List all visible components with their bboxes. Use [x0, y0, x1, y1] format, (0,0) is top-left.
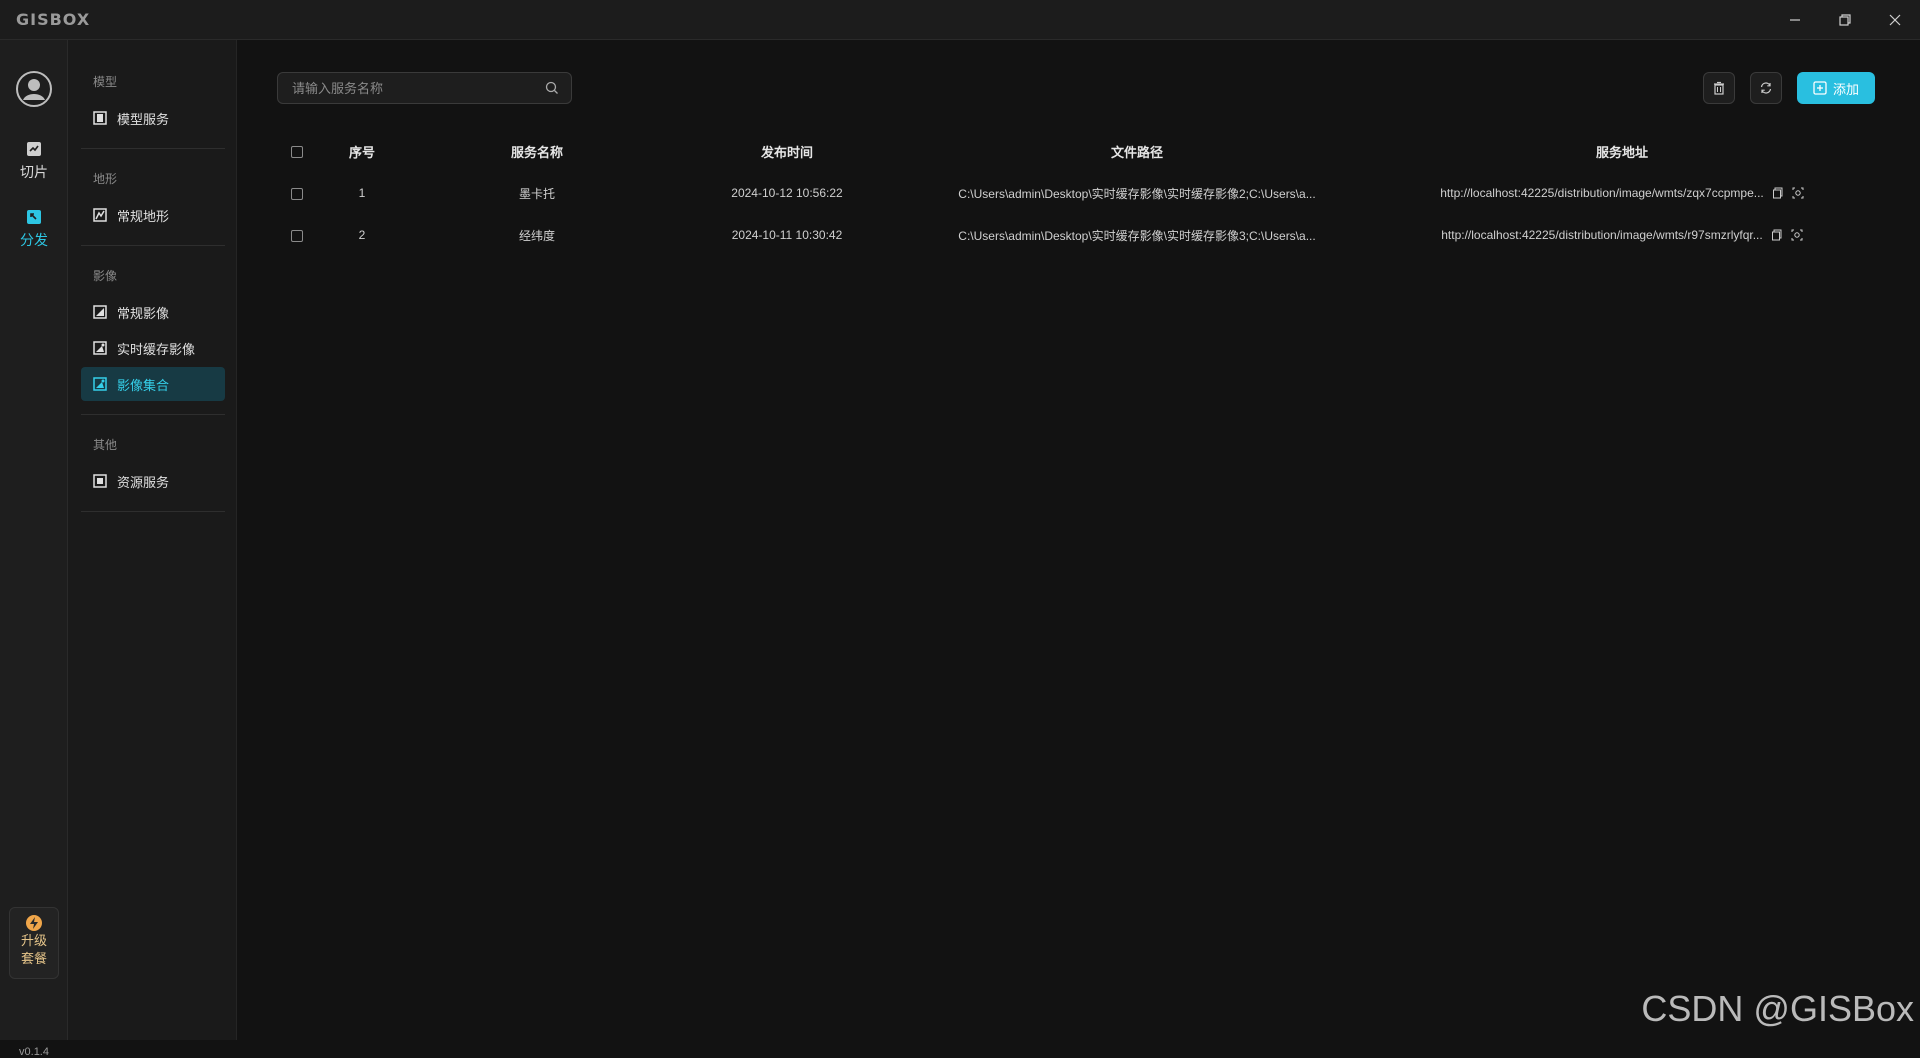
main-content: 添加 序号 服务名称 发布时间 文件路径 服务地址 1 墨卡托 2024-10-… — [237, 40, 1920, 1040]
trash-icon — [1714, 81, 1724, 95]
add-icon — [1813, 81, 1827, 95]
copy-icon[interactable] — [1771, 229, 1783, 241]
column-header-name[interactable]: 服务名称 — [407, 130, 667, 172]
cell-url: http://localhost:42225/distribution/imag… — [1367, 172, 1877, 214]
upgrade-plan-button[interactable]: 升级 套餐 — [9, 907, 59, 979]
cell-path: C:\Users\admin\Desktop\实时缓存影像\实时缓存影像2;C:… — [958, 186, 1316, 201]
table-header-row: 序号 服务名称 发布时间 文件路径 服务地址 — [277, 130, 1877, 172]
window-controls — [1770, 0, 1920, 40]
service-url-text: http://localhost:42225/distribution/imag… — [1441, 228, 1763, 242]
bolt-icon — [26, 915, 42, 931]
watermark: CSDN @GISBox — [1641, 988, 1914, 1029]
column-header-time[interactable]: 发布时间 — [667, 130, 907, 172]
divider — [81, 414, 225, 415]
row-checkbox[interactable] — [291, 229, 303, 242]
table-row[interactable]: 1 墨卡托 2024-10-12 10:56:22 C:\Users\admin… — [277, 172, 1877, 214]
delete-button[interactable] — [1703, 72, 1735, 104]
cell-time: 2024-10-11 10:30:42 — [731, 228, 843, 242]
search-icon[interactable] — [545, 81, 559, 95]
sub-sidebar: 模型 模型服务 地形 常规地形 影像 常规影像 实时缓存影像 影像集合 其他 资… — [68, 40, 237, 1040]
sidebar-item-imagery-collection[interactable]: 影像集合 — [81, 367, 225, 401]
preview-icon[interactable] — [1791, 229, 1803, 241]
cell-index: 2 — [358, 228, 366, 242]
divider — [81, 245, 225, 246]
add-button-label: 添加 — [1832, 81, 1859, 97]
sidebar-item-label: 常规地形 — [117, 208, 170, 224]
cell-url: http://localhost:42225/distribution/imag… — [1367, 214, 1877, 256]
cell-name: 经纬度 — [518, 228, 555, 243]
imagery-icon — [93, 305, 107, 319]
refresh-icon — [1760, 82, 1772, 94]
group-title-imagery: 影像 — [93, 269, 118, 283]
sidebar-item-model-service[interactable]: 模型服务 — [81, 101, 225, 135]
sidebar-item-label: 影像集合 — [117, 377, 170, 393]
close-button[interactable] — [1870, 0, 1920, 40]
restore-icon — [1839, 14, 1851, 26]
close-icon — [1889, 14, 1901, 26]
rail-item-distribute[interactable]: 分发 — [0, 208, 68, 250]
distribute-icon — [27, 210, 41, 224]
search-input[interactable] — [290, 79, 545, 97]
sidebar-item-regular-imagery[interactable]: 常规影像 — [81, 295, 225, 329]
group-title-model: 模型 — [93, 75, 118, 89]
imagery-collection-icon — [93, 377, 107, 391]
select-all-checkbox[interactable] — [291, 146, 303, 159]
resource-icon — [93, 474, 107, 488]
divider — [81, 511, 225, 512]
upgrade-label-1: 升级 — [20, 933, 47, 948]
group-title-other: 其他 — [93, 438, 118, 452]
service-url-text: http://localhost:42225/distribution/imag… — [1440, 186, 1764, 200]
row-select-cell — [277, 172, 317, 214]
restore-button[interactable] — [1820, 0, 1870, 40]
row-select-cell — [277, 214, 317, 256]
search-box — [277, 72, 572, 104]
refresh-button[interactable] — [1750, 72, 1782, 104]
sidebar-item-resource-service[interactable]: 资源服务 — [81, 464, 225, 498]
slice-icon — [27, 142, 41, 156]
cell-time: 2024-10-12 10:56:22 — [731, 186, 843, 200]
column-header-index[interactable]: 序号 — [317, 130, 407, 172]
select-all-cell — [277, 130, 317, 172]
upgrade-label-2: 套餐 — [20, 951, 47, 966]
divider — [81, 148, 225, 149]
sidebar-item-label: 模型服务 — [117, 111, 170, 127]
table-row[interactable]: 2 经纬度 2024-10-11 10:30:42 C:\Users\admin… — [277, 214, 1877, 256]
cache-imagery-icon — [93, 341, 107, 355]
sidebar-item-realtime-cache-imagery[interactable]: 实时缓存影像 — [81, 331, 225, 365]
model-icon — [93, 111, 107, 125]
add-button[interactable]: 添加 — [1797, 72, 1875, 104]
rail-item-label: 分发 — [20, 232, 48, 248]
left-rail: 切片 分发 升级 套餐 v0.1.4 — [0, 40, 68, 1058]
terrain-icon — [93, 208, 107, 222]
minimize-icon — [1790, 19, 1800, 21]
copy-icon[interactable] — [1772, 187, 1784, 199]
minimize-button[interactable] — [1770, 0, 1820, 40]
cell-name: 墨卡托 — [518, 186, 555, 201]
avatar-icon[interactable] — [15, 70, 53, 108]
column-header-url[interactable]: 服务地址 — [1367, 130, 1877, 172]
title-bar: GISBOX — [0, 0, 1920, 40]
row-checkbox[interactable] — [291, 187, 303, 200]
app-logo: GISBOX — [16, 10, 91, 29]
service-table: 序号 服务名称 发布时间 文件路径 服务地址 1 墨卡托 2024-10-12 … — [277, 130, 1877, 256]
sidebar-item-label: 常规影像 — [117, 305, 170, 321]
cell-index: 1 — [358, 186, 366, 200]
version-label: v0.1.4 — [19, 1046, 49, 1058]
rail-item-slice[interactable]: 切片 — [0, 140, 68, 182]
column-header-path[interactable]: 文件路径 — [907, 130, 1367, 172]
sidebar-item-label: 资源服务 — [117, 474, 170, 490]
cell-path: C:\Users\admin\Desktop\实时缓存影像\实时缓存影像3;C:… — [958, 228, 1316, 243]
group-title-terrain: 地形 — [93, 172, 118, 186]
rail-item-label: 切片 — [20, 164, 48, 180]
sidebar-item-regular-terrain[interactable]: 常规地形 — [81, 198, 225, 232]
preview-icon[interactable] — [1792, 187, 1804, 199]
sidebar-item-label: 实时缓存影像 — [117, 341, 196, 357]
